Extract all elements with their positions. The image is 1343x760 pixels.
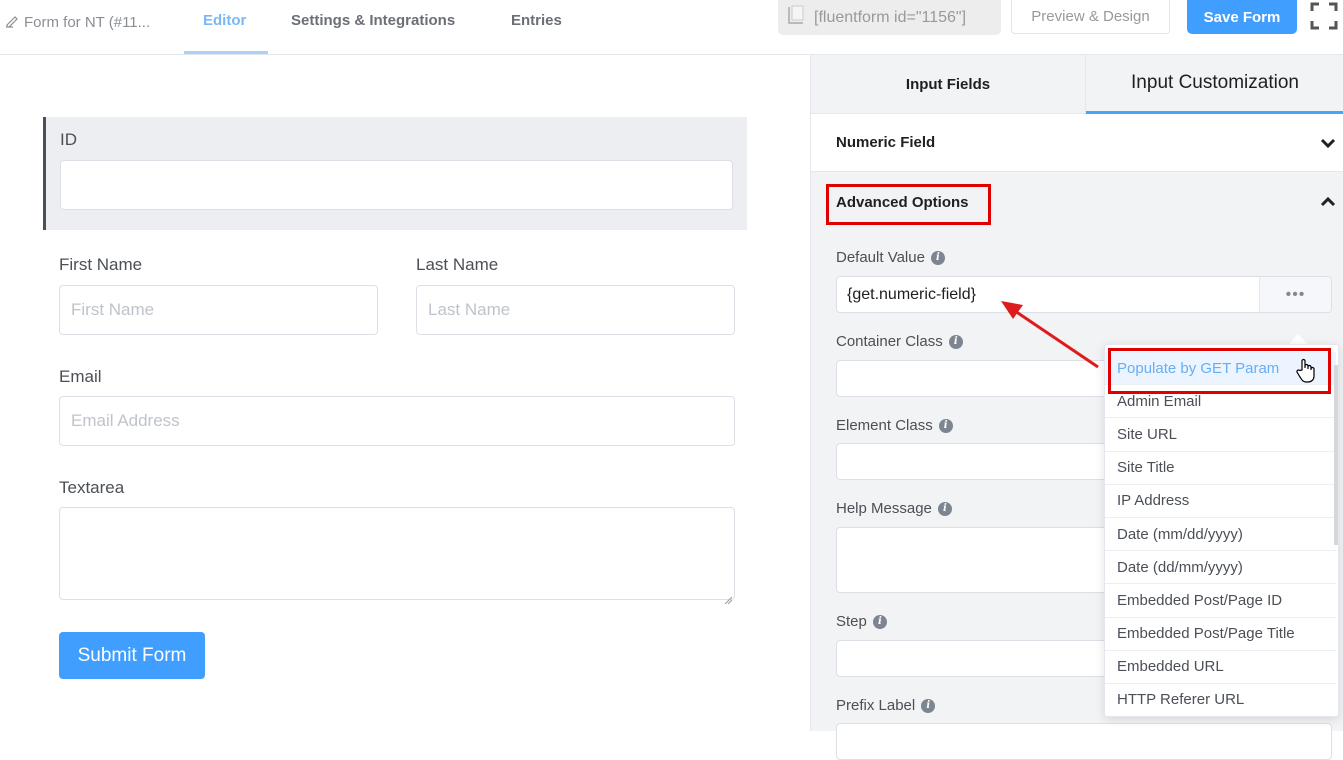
smartcode-dropdown: Populate by GET Param Admin Email Site U…	[1104, 344, 1339, 717]
tab-entries[interactable]: Entries	[511, 12, 562, 29]
label-text: Container Class	[836, 333, 943, 350]
dropdown-arrow	[1289, 334, 1307, 344]
chevron-up-icon	[1320, 194, 1336, 210]
default-value-text: {get.numeric-field}	[847, 285, 976, 303]
top-bar: Form for NT (#11... Editor Settings & In…	[0, 0, 1343, 55]
annotation-arrow-icon	[1001, 301, 1099, 369]
edit-pencil-icon	[4, 12, 20, 32]
label-text: Prefix Label	[836, 697, 916, 714]
element-class-label: Element Class i	[836, 417, 953, 434]
dropdown-item-ip-address[interactable]: IP Address	[1105, 485, 1336, 518]
prefix-label-label: Prefix Label i	[836, 697, 936, 714]
dropdown-item-embedded-url[interactable]: Embedded URL	[1105, 651, 1336, 684]
dropdown-item-date-dmy[interactable]: Date (dd/mm/yyyy)	[1105, 551, 1336, 585]
dropdown-item-site-url[interactable]: Site URL	[1105, 418, 1336, 452]
resize-grip-icon[interactable]	[724, 589, 733, 605]
dropdown-scrollbar[interactable]	[1334, 365, 1338, 545]
form-title-text: Form for NT (#11...	[24, 13, 151, 31]
id-label: ID	[60, 130, 77, 149]
form-title[interactable]: Form for NT (#11...	[4, 12, 150, 32]
tab-input-customization[interactable]: Input Customization	[1086, 55, 1343, 114]
info-icon[interactable]: i	[937, 501, 952, 516]
tab-editor[interactable]: Editor	[203, 12, 246, 29]
label-text: Default Value	[836, 249, 925, 266]
dropdown-item-http-referer-url[interactable]: HTTP Referer URL	[1105, 684, 1336, 716]
info-icon[interactable]: i	[948, 334, 963, 349]
last-name-label: Last Name	[416, 255, 499, 274]
dropdown-item-embedded-post-title[interactable]: Embedded Post/Page Title	[1105, 618, 1336, 651]
form-editor-canvas: ID First Name First Name Last Name Last …	[0, 55, 810, 731]
copy-icon	[786, 4, 806, 31]
submit-form-button[interactable]: Submit Form	[59, 632, 205, 679]
active-tab-indicator	[184, 51, 268, 54]
tab-input-fields[interactable]: Input Fields	[811, 55, 1086, 114]
info-icon[interactable]: i	[872, 614, 887, 629]
id-input[interactable]	[60, 160, 733, 210]
shortcode-text: [fluentform id="1156"]	[814, 8, 967, 26]
annotation-highlight-box	[826, 184, 991, 225]
label-text: Element Class	[836, 417, 933, 434]
prefix-label-input[interactable]	[836, 723, 1332, 760]
textarea-input[interactable]	[59, 507, 735, 605]
label-text: Step	[836, 613, 867, 630]
default-value-label: Default Value i	[836, 249, 945, 266]
dropdown-item-date-mdy[interactable]: Date (mm/dd/yyyy)	[1105, 518, 1336, 552]
last-name-input[interactable]: Last Name	[416, 285, 735, 335]
help-message-label: Help Message i	[836, 500, 952, 517]
step-label: Step i	[836, 613, 887, 630]
fullscreen-icon[interactable]	[1310, 2, 1338, 30]
email-label: Email	[59, 367, 102, 386]
preview-design-button[interactable]: Preview & Design	[1011, 0, 1170, 34]
container-class-label: Container Class i	[836, 333, 963, 350]
dropdown-item-site-title[interactable]: Site Title	[1105, 452, 1336, 485]
email-input[interactable]: Email Address	[59, 396, 735, 446]
section-label: Numeric Field	[836, 134, 936, 151]
tab-settings-integrations[interactable]: Settings & Integrations	[291, 12, 455, 29]
first-name-label: First Name	[59, 255, 143, 274]
shortcode-copy[interactable]: [fluentform id="1156"]	[778, 0, 1001, 35]
info-icon[interactable]: i	[930, 250, 945, 265]
section-numeric-field[interactable]: Numeric Field	[811, 114, 1343, 172]
first-name-input[interactable]: First Name	[59, 285, 378, 335]
hand-cursor-icon	[1296, 358, 1316, 389]
save-form-button[interactable]: Save Form	[1187, 0, 1297, 34]
label-text: Help Message	[836, 500, 932, 517]
info-icon[interactable]: i	[938, 418, 953, 433]
chevron-down-icon	[1320, 135, 1336, 151]
info-icon[interactable]: i	[921, 698, 936, 713]
textarea-label: Textarea	[59, 478, 125, 497]
dropdown-item-embedded-post-id[interactable]: Embedded Post/Page ID	[1105, 584, 1336, 618]
more-options-button[interactable]: •••	[1259, 277, 1331, 312]
